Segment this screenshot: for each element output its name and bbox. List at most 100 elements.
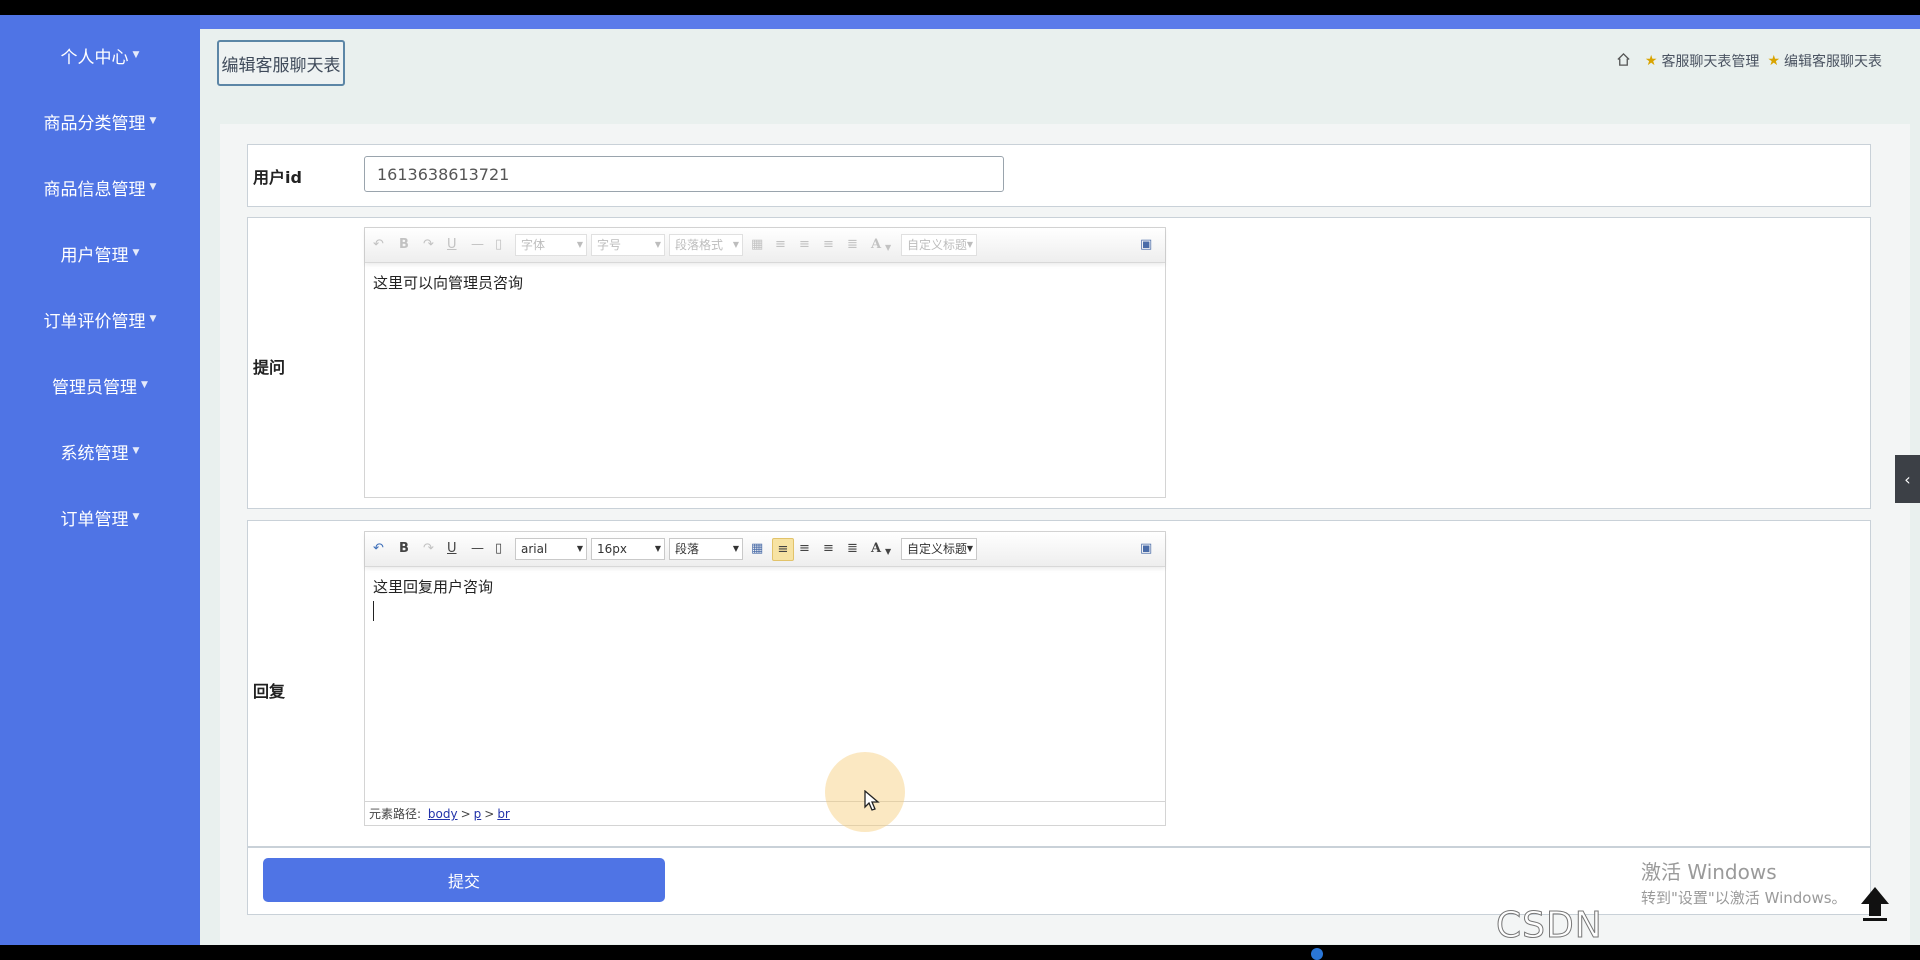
align-justify-icon[interactable]: ≣ <box>847 541 858 557</box>
page-title[interactable]: 编辑客服聊天表 <box>217 40 345 86</box>
custom-title-select[interactable]: 自定义标题 ▼ <box>901 234 977 256</box>
caret-down-icon: ▼ <box>966 240 973 249</box>
path-link-body[interactable]: body <box>428 807 458 821</box>
chevron-left-icon: ‹ <box>1904 469 1911 489</box>
sidebar: 个人中心 ▼ 商品分类管理 ▼ 商品信息管理 ▼ 用户管理 ▼ 订单评价管理 ▼ 管理员管… <box>0 15 200 945</box>
reply-row: 回复 ↶ B ↷ U — ▯ arial ▼ 16px ▼ 段落 ▼ ▦ ≡ ≡ ≡ … <box>247 520 1871 847</box>
paragraph-format-select[interactable]: 段落 ▼ <box>669 538 743 560</box>
top-black-bar <box>0 0 1920 15</box>
caret-down-icon: ▼ <box>132 50 140 60</box>
font-size-select[interactable]: 字号 ▼ <box>591 234 665 256</box>
path-link-br[interactable]: br <box>497 807 510 821</box>
horizontal-rule-icon[interactable]: — <box>471 237 484 253</box>
top-accent-bar <box>200 15 1920 29</box>
caret-down-icon[interactable]: ▼ <box>885 240 891 256</box>
caret-down-icon: ▼ <box>576 544 583 553</box>
reply-editor: ↶ B ↷ U — ▯ arial ▼ 16px ▼ 段落 ▼ ▦ ≡ ≡ ≡ ≣ A… <box>364 531 1166 826</box>
sidebar-item-label: 个人中心 <box>60 47 129 68</box>
question-editor: ↶ B ↷ U — ▯ 字体 ▼ 字号 ▼ 段落格式 ▼ ▦ ≡ ≡ ≡ ≣ A ▼ <box>364 227 1166 498</box>
font-family-select[interactable]: arial ▼ <box>515 538 587 560</box>
caret-down-icon: ▼ <box>654 544 661 553</box>
element-path-label: 元素路径: <box>369 807 422 821</box>
breadcrumb-item-chat-management[interactable]: 客服聊天表管理 <box>1661 51 1759 71</box>
undo-icon[interactable]: ↶ <box>373 237 384 253</box>
text-cursor <box>373 601 374 621</box>
home-icon[interactable] <box>1616 52 1631 71</box>
reply-editor-content[interactable]: 这里回复用户咨询 <box>373 576 493 597</box>
caret-down-icon: ▼ <box>576 240 583 249</box>
breadcrumb-item-edit-chat: 编辑客服聊天表 <box>1784 54 1882 70</box>
mouse-cursor-icon <box>864 789 880 816</box>
app-window: 个人中心 ▼ 商品分类管理 ▼ 商品信息管理 ▼ 用户管理 ▼ 订单评价管理 ▼ 管理员管… <box>0 0 1920 960</box>
table-icon[interactable]: ▦ <box>751 541 763 557</box>
align-left-icon[interactable]: ≡ <box>775 237 786 253</box>
caret-down-icon[interactable]: ▼ <box>885 544 891 560</box>
path-link-p[interactable]: p <box>474 807 482 821</box>
star-icon: ★ <box>1767 53 1780 69</box>
align-left-icon[interactable]: ≡ <box>772 538 794 561</box>
undo-icon[interactable]: ↶ <box>373 541 384 557</box>
fullscreen-icon[interactable]: ▣ <box>1140 541 1152 557</box>
submit-button[interactable]: 提交 <box>263 858 665 902</box>
sidebar-item-order-management[interactable]: 订单管理 ▼ <box>0 495 200 539</box>
align-right-icon[interactable]: ≡ <box>799 541 810 557</box>
main-content: 编辑客服聊天表 ★ 客服聊天表管理 ★ 编辑客服聊天表 用户id 提问 ↶ B … <box>200 29 1920 945</box>
caret-down-icon: ▼ <box>149 182 157 192</box>
caret-down-icon: ▼ <box>732 544 739 553</box>
document-icon[interactable]: ▯ <box>495 237 502 253</box>
caret-down-icon: ▼ <box>132 446 140 456</box>
underline-icon[interactable]: U <box>447 541 457 557</box>
caret-down-icon: ▼ <box>654 240 661 249</box>
breadcrumb: ★ 客服聊天表管理 ★ 编辑客服聊天表 <box>1616 51 1882 71</box>
redo-icon[interactable]: ↷ <box>423 541 434 557</box>
user-id-row: 用户id <box>247 144 1871 207</box>
sidebar-item-personal-center[interactable]: 个人中心 ▼ <box>0 33 200 77</box>
user-id-label: 用户id <box>253 168 302 187</box>
reply-label: 回复 <box>253 682 286 701</box>
redo-icon[interactable]: ↷ <box>423 237 434 253</box>
paragraph-format-select[interactable]: 段落格式 ▼ <box>669 234 743 256</box>
caret-down-icon: ▼ <box>141 380 148 390</box>
font-color-icon[interactable]: A <box>871 237 881 253</box>
sidebar-item-admin-management[interactable]: 管理员管理 ▼ <box>0 363 200 407</box>
windows-activation-watermark: 激活 Windows 转到"设置"以激活 Windows。 <box>1641 860 1847 907</box>
taskbar-indicator <box>1311 948 1323 960</box>
bold-icon[interactable]: B <box>399 541 409 557</box>
align-center-icon[interactable]: ≡ <box>823 237 834 253</box>
bottom-black-bar <box>0 945 1920 960</box>
reply-editor-toolbar: ↶ B ↷ U — ▯ arial ▼ 16px ▼ 段落 ▼ ▦ ≡ ≡ ≡ ≣ A… <box>365 532 1165 567</box>
sidebar-item-system-management[interactable]: 系统管理 ▼ <box>0 429 200 473</box>
align-justify-icon[interactable]: ≣ <box>847 237 858 253</box>
sidebar-item-product-management[interactable]: 商品信息管理 ▼ <box>0 165 200 209</box>
sidebar-item-user-management[interactable]: 用户管理 ▼ <box>0 231 200 275</box>
font-size-select[interactable]: 16px ▼ <box>591 538 665 560</box>
font-color-icon[interactable]: A <box>871 541 881 557</box>
question-editor-toolbar: ↶ B ↷ U — ▯ 字体 ▼ 字号 ▼ 段落格式 ▼ ▦ ≡ ≡ ≡ ≣ A ▼ <box>365 228 1165 263</box>
bold-icon[interactable]: B <box>399 237 409 253</box>
caret-down-icon: ▼ <box>132 248 140 258</box>
align-right-icon[interactable]: ≡ <box>799 237 810 253</box>
question-editor-content[interactable]: 这里可以向管理员咨询 <box>373 272 523 293</box>
horizontal-rule-icon[interactable]: — <box>471 541 484 557</box>
caret-down-icon: ▼ <box>966 544 973 553</box>
font-family-select[interactable]: 字体 ▼ <box>515 234 587 256</box>
fullscreen-icon[interactable]: ▣ <box>1140 237 1152 253</box>
align-center-icon[interactable]: ≡ <box>823 541 834 557</box>
table-icon[interactable]: ▦ <box>751 237 763 253</box>
caret-down-icon: ▼ <box>149 314 157 324</box>
caret-down-icon: ▼ <box>732 240 739 249</box>
sidebar-item-label: 管理员管理 <box>52 377 138 398</box>
sidebar-item-label: 系统管理 <box>60 443 129 464</box>
question-label: 提问 <box>253 358 286 377</box>
caret-down-icon: ▼ <box>149 116 157 126</box>
underline-icon[interactable]: U <box>447 237 457 253</box>
user-id-input[interactable] <box>364 156 1004 192</box>
editor-statusbar: 元素路径: body > p > br <box>365 801 1165 825</box>
question-row: 提问 ↶ B ↷ U — ▯ 字体 ▼ 字号 ▼ 段落格式 ▼ ▦ ≡ ≡ ≡ ≣ <box>247 217 1871 509</box>
custom-title-select[interactable]: 自定义标题 ▼ <box>901 538 977 560</box>
document-icon[interactable]: ▯ <box>495 541 502 557</box>
sidebar-item-order-review-management[interactable]: 订单评价管理 ▼ <box>0 297 200 341</box>
sidebar-item-category-management[interactable]: 商品分类管理 ▼ <box>0 99 200 143</box>
collapse-panel-handle[interactable]: ‹ <box>1895 455 1920 503</box>
sidebar-item-label: 用户管理 <box>60 245 129 266</box>
